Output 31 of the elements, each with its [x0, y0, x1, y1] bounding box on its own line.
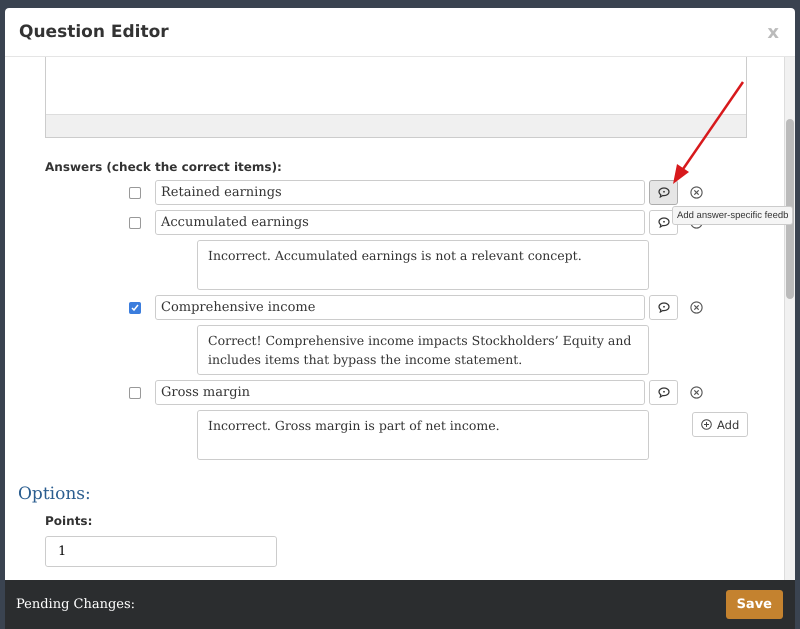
answer-field[interactable]: Gross margin — [155, 380, 645, 405]
feedback-button[interactable] — [649, 380, 678, 405]
points-label: Points: — [45, 514, 94, 528]
add-button[interactable]: Add — [692, 412, 748, 437]
options-heading: Options: — [18, 484, 92, 504]
checkbox[interactable] — [129, 186, 141, 198]
feedback-field[interactable]: Incorrect. Accumulated earnings is not a relevant concept. — [197, 240, 649, 290]
comment-icon — [658, 187, 670, 198]
answer-field[interactable]: Accumulated earnings — [155, 210, 645, 235]
answers-label: Answers (check the correct items): — [45, 160, 283, 174]
pending-changes-text: Pending Changes: — [16, 597, 136, 612]
comment-icon — [658, 302, 670, 313]
points-field[interactable]: 1 — [45, 536, 277, 567]
remove-button[interactable] — [690, 186, 703, 199]
tooltip: Add answer-specific feedb — [672, 206, 794, 225]
dialog-title: Question Editor — [19, 22, 169, 42]
feedback-button[interactable] — [649, 180, 678, 205]
answer-field[interactable]: Comprehensive income — [155, 295, 645, 320]
comment-icon — [658, 217, 670, 228]
checkbox[interactable] — [129, 216, 141, 228]
checkbox[interactable] — [129, 302, 141, 314]
feedback-field[interactable]: Correct! Comprehensive income impacts Stockholders’ Equity and includes items that bypass the income statement. — [197, 325, 649, 375]
comment-icon — [658, 387, 670, 398]
feedback-button[interactable] — [649, 295, 678, 320]
checkbox[interactable] — [129, 386, 141, 398]
question-text-field[interactable] — [45, 57, 747, 138]
feedback-field[interactable]: Incorrect. Gross margin is part of net income. — [197, 410, 649, 460]
remove-button[interactable] — [690, 386, 703, 399]
plus-icon — [701, 419, 712, 430]
remove-button[interactable] — [690, 301, 703, 314]
answer-field[interactable]: Retained earnings — [155, 180, 645, 205]
